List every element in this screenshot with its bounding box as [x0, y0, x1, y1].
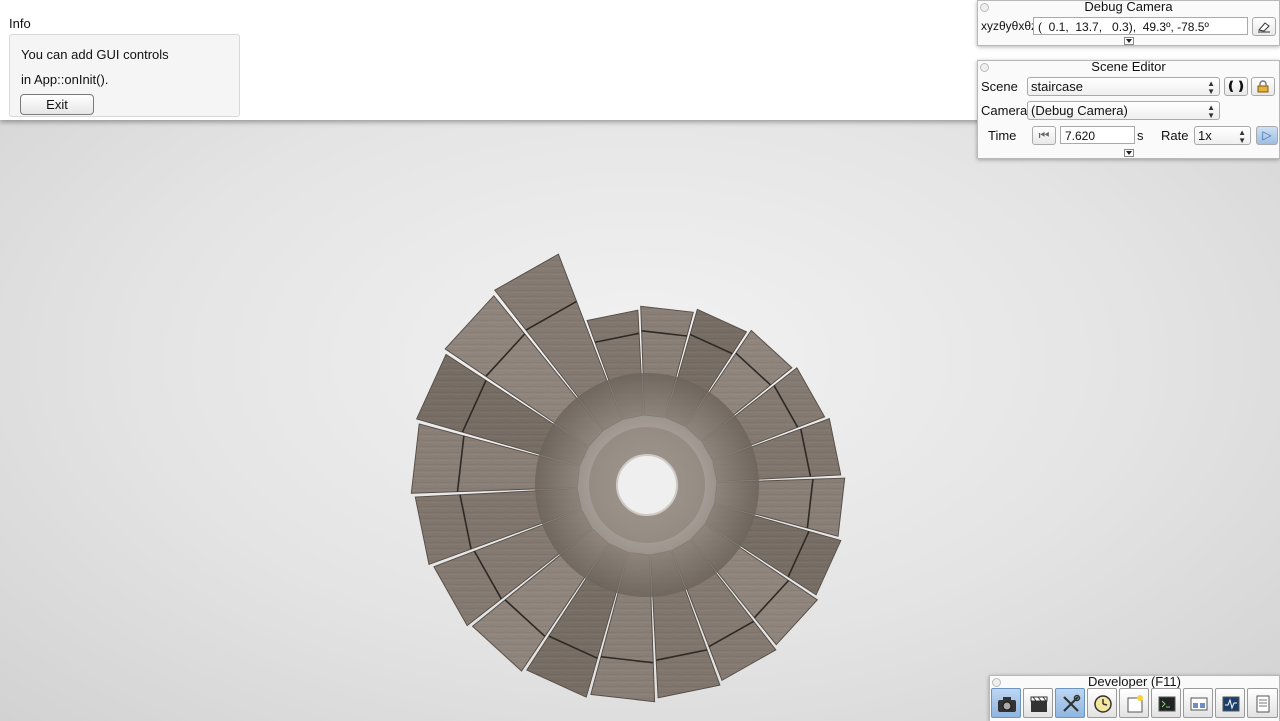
- tools-icon: [1063, 694, 1081, 712]
- scene-select-value: staircase: [1031, 79, 1084, 94]
- select-arrows-icon: ▲ ▼: [1207, 103, 1215, 120]
- video-record-button[interactable]: [1023, 688, 1053, 718]
- info-panel: You can add GUI controls in App::onInit(…: [9, 34, 240, 117]
- clock-icon: [1094, 695, 1112, 713]
- debug-camera-panel: Debug Camera xyzθyθxθz ( 0.1, 13.7, 0.3)…: [977, 0, 1280, 46]
- info-text-line-1: You can add GUI controls: [21, 47, 169, 62]
- developer-title: Developer (F11): [1088, 674, 1181, 689]
- console-button[interactable]: [1151, 688, 1181, 718]
- time-field[interactable]: 7.620: [1060, 126, 1135, 144]
- play-icon: ▷: [1262, 128, 1272, 142]
- new-window-icon: [1127, 695, 1143, 713]
- rate-select[interactable]: 1x ▲ ▼: [1194, 126, 1251, 145]
- time-controls-button[interactable]: [1087, 688, 1117, 718]
- camera-select-value: (Debug Camera): [1031, 103, 1128, 118]
- staircase-hole: [616, 454, 678, 516]
- scene-editor-title: Scene Editor: [1091, 59, 1166, 74]
- debug-camera-title: Debug Camera: [1084, 0, 1173, 14]
- tools-button[interactable]: [1055, 688, 1085, 718]
- camera-icon: [998, 697, 1016, 712]
- rate-label: Rate: [1161, 128, 1189, 143]
- play-button[interactable]: ▷: [1256, 126, 1278, 145]
- scene-graph-button[interactable]: [1183, 688, 1213, 718]
- info-text-line-2: in App::onInit().: [21, 72, 109, 87]
- profiler-button[interactable]: [1215, 688, 1245, 718]
- new-window-button[interactable]: [1119, 688, 1149, 718]
- clapperboard-icon: [1030, 696, 1048, 712]
- rewind-icon: ⏮: [1038, 128, 1050, 142]
- select-arrows-icon: ▲ ▼: [1207, 79, 1215, 96]
- exit-button[interactable]: Exit: [20, 94, 94, 115]
- profiler-icon: [1222, 696, 1240, 712]
- screenshot-button[interactable]: [991, 688, 1021, 718]
- camera-select[interactable]: (Debug Camera) ▲ ▼: [1027, 101, 1220, 120]
- time-label: Time: [988, 128, 1017, 143]
- rate-select-value: 1x: [1198, 128, 1212, 143]
- camera-copy-button[interactable]: [1252, 17, 1276, 36]
- scene-graph-icon: [1190, 697, 1208, 711]
- time-unit: s: [1137, 128, 1144, 143]
- lock-scene-button[interactable]: [1251, 77, 1275, 96]
- reset-time-button[interactable]: ⏮: [1032, 126, 1056, 145]
- camera-coordinates-label: xyzθyθxθz: [981, 19, 1038, 33]
- reload-scene-button[interactable]: ❪❫: [1224, 77, 1248, 96]
- lock-icon: [1257, 80, 1269, 93]
- scene-editor-expand-icon[interactable]: [1124, 149, 1134, 157]
- debug-camera-expand-icon[interactable]: [1124, 37, 1134, 45]
- reload-icon: ❪❫: [1225, 79, 1247, 93]
- camera-label: Camera: [981, 103, 1028, 118]
- camera-coordinates-field[interactable]: ( 0.1, 13.7, 0.3), 49.3º, -78.5º: [1033, 17, 1248, 35]
- scene-select[interactable]: staircase ▲ ▼: [1027, 77, 1220, 96]
- scene-label: Scene: [981, 79, 1018, 94]
- terminal-icon: [1158, 696, 1176, 712]
- log-button[interactable]: [1247, 688, 1278, 718]
- log-icon: [1256, 695, 1270, 713]
- info-title: Info: [9, 16, 31, 31]
- select-arrows-icon: ▲ ▼: [1238, 128, 1246, 145]
- scene-editor-panel: Scene Editor Scene staircase ▲ ▼ ❪❫ Camer…: [977, 60, 1280, 159]
- eraser-icon: [1258, 22, 1270, 33]
